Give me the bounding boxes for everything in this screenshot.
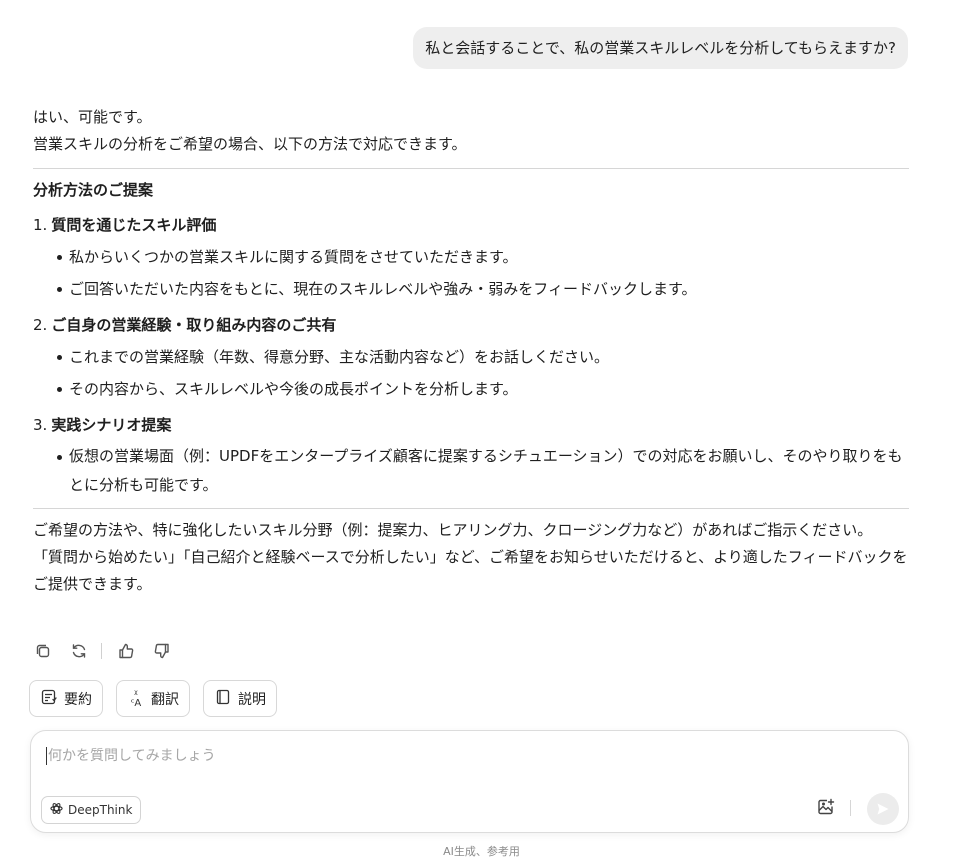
- list-item: その内容から、スキルレベルや今後の成長ポイントを分析します。: [33, 373, 909, 405]
- chip-label: 説明: [238, 691, 266, 708]
- list-item: これまでの営業経験（年数、得意分野、主な活動内容など）をお話しください。: [33, 341, 909, 373]
- deepthink-label: DeepThink: [68, 803, 133, 817]
- method-number: 3.: [33, 416, 48, 434]
- method-bullets: これまでの営業経験（年数、得意分野、主な活動内容など）をお話しください。 その内…: [33, 341, 909, 405]
- method-title-text: ご自身の営業経験・取り組み内容のご共有: [51, 316, 337, 334]
- method-title: 1. 質問を通じたスキル評価: [33, 213, 909, 237]
- deepthink-toggle[interactable]: DeepThink: [41, 796, 142, 824]
- action-separator: [101, 643, 102, 659]
- user-message-bubble: 私と会話することで、私の営業スキルレベルを分析してもらえますか?: [413, 27, 908, 69]
- composer-separator: [850, 800, 851, 816]
- answer-intro-line: はい、可能です。: [33, 108, 152, 126]
- copy-icon[interactable]: [33, 641, 53, 661]
- method-title-text: 実践シナリオ提案: [51, 416, 172, 434]
- method-number: 2.: [33, 316, 48, 334]
- translate-icon: ᵡ ᶜA: [130, 688, 142, 709]
- method-bullets: 私からいくつかの営業スキルに関する質問をさせていただきます。 ご回答いただいた内…: [33, 241, 909, 305]
- translate-chip[interactable]: ᵡ ᶜA 翻訳: [116, 680, 190, 717]
- chip-label: 要約: [64, 691, 92, 708]
- method-title: 2. ご自身の営業経験・取り組み内容のご共有: [33, 313, 909, 337]
- summary-icon: [40, 688, 58, 710]
- message-composer: DeepThink: [30, 730, 909, 833]
- list-item: ご回答いただいた内容をもとに、現在のスキルレベルや強み・弱みをフィードバックしま…: [33, 273, 909, 305]
- divider: [33, 168, 909, 169]
- method-title-text: 質問を通じたスキル評価: [51, 216, 217, 234]
- answer-intro-line: 営業スキルの分析をご希望の場合、以下の方法で対応できます。: [33, 135, 467, 153]
- send-icon: [877, 803, 889, 815]
- method-bullets: 仮想の営業場面（例：UPDFをエンタープライズ顧客に提案するシチュエーション）で…: [33, 441, 909, 500]
- message-input[interactable]: [48, 743, 828, 769]
- answer-closing-line: ご希望の方法や、特に強化したいスキル分野（例：提案力、ヒアリング力、クロージング…: [33, 521, 873, 539]
- image-upload-icon[interactable]: [816, 797, 838, 819]
- section-title: 分析方法のご提案: [33, 181, 154, 199]
- explain-chip[interactable]: 説明: [203, 680, 277, 717]
- deepthink-icon: [50, 802, 63, 818]
- ai-disclaimer: AI生成、参考用: [443, 845, 520, 858]
- assistant-answer: はい、可能です。 営業スキルの分析をご希望の場合、以下の方法で対応できます。 分…: [33, 104, 909, 598]
- method-number: 1.: [33, 216, 48, 234]
- method-title: 3. 実践シナリオ提案: [33, 413, 909, 437]
- send-button[interactable]: [867, 793, 899, 825]
- divider: [33, 508, 909, 509]
- quick-action-chips: 要約 ᵡ ᶜA 翻訳 説明: [29, 680, 277, 717]
- message-actions: [33, 641, 188, 661]
- list-item: 私からいくつかの営業スキルに関する質問をさせていただきます。: [33, 241, 909, 273]
- answer-closing-line: 「質問から始めたい」「自己紹介と経験ベースで分析したい」など、ご希望をお知らせい…: [33, 548, 908, 593]
- regenerate-icon[interactable]: [69, 641, 89, 661]
- chip-label: 翻訳: [151, 691, 179, 708]
- thumbs-down-icon[interactable]: [152, 641, 172, 661]
- list-item: 仮想の営業場面（例：UPDFをエンタープライズ顧客に提案するシチュエーション）で…: [33, 441, 909, 500]
- summary-chip[interactable]: 要約: [29, 680, 103, 717]
- thumbs-up-icon[interactable]: [116, 641, 136, 661]
- text-cursor: [46, 747, 47, 765]
- book-icon: [214, 688, 232, 710]
- user-message-text: 私と会話することで、私の営業スキルレベルを分析してもらえますか?: [425, 39, 896, 57]
